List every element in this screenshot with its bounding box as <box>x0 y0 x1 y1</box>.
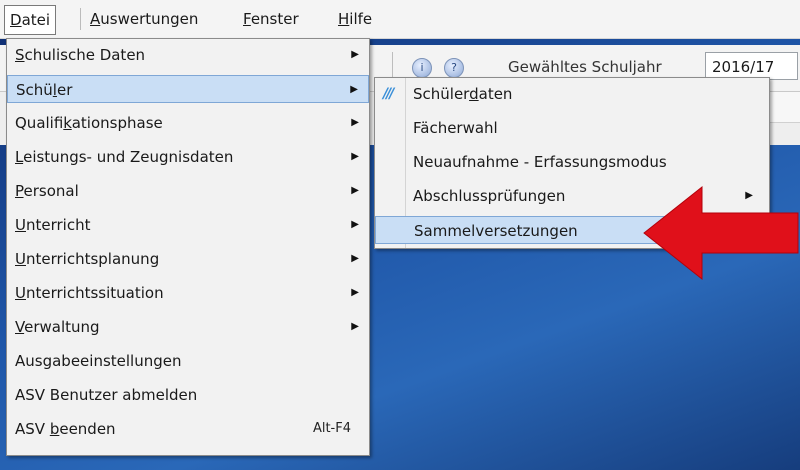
menu-item-unterrichtsplanung[interactable]: Unterrichtsplanung ▶ <box>7 245 369 273</box>
menu-item-label: Unterrichtssituation <box>15 284 164 302</box>
menu-item-label: Leistungs- und Zeugnisdaten <box>15 148 234 166</box>
menu-item-unterricht[interactable]: Unterricht ▶ <box>7 211 369 239</box>
shortcut-label: Alt-F4 <box>312 421 351 436</box>
students-icon: /// <box>383 86 394 102</box>
school-year-label: Gewähltes Schuljahr <box>508 58 662 76</box>
menu-item-asv-beenden[interactable]: ASV beenden Alt-F4 <box>7 415 369 443</box>
menu-item-label: Schülerdaten <box>413 85 513 103</box>
menu-item-schulische-daten[interactable]: Schulische Daten ▶ <box>7 41 369 69</box>
menu-item-benutzer-abmelden[interactable]: ASV Benutzer abmelden <box>7 381 369 409</box>
menu-item-label: Personal <box>15 182 79 200</box>
chevron-right-icon: ▶ <box>351 185 359 196</box>
menu-item-label: Ausgabeeinstellungen <box>15 352 182 370</box>
menu-item-schueler[interactable]: Schüler ▶ <box>7 75 369 103</box>
chevron-right-icon: ▶ <box>351 287 359 298</box>
menubar: Datei Auswertungen Fenster Hilfe <box>0 0 800 39</box>
menubar-separator <box>80 8 81 30</box>
menu-item-faecherwahl[interactable]: Fächerwahl <box>375 114 769 142</box>
menu-fenster[interactable]: Fenster <box>238 7 304 31</box>
menu-item-label: Qualifikationsphase <box>15 114 163 132</box>
menu-auswertungen[interactable]: Auswertungen <box>85 7 203 31</box>
menu-item-label: Fächerwahl <box>413 119 498 137</box>
menu-item-personal[interactable]: Personal ▶ <box>7 177 369 205</box>
menu-datei[interactable]: Datei <box>4 5 57 35</box>
help-icon[interactable]: ? <box>444 58 464 78</box>
menu-item-leistungs-zeugnisdaten[interactable]: Leistungs- und Zeugnisdaten ▶ <box>7 143 369 171</box>
chevron-right-icon: ▶ <box>351 321 359 332</box>
menu-item-verwaltung[interactable]: Verwaltung ▶ <box>7 313 369 341</box>
menu-item-schuelerdaten[interactable]: /// Schülerdaten <box>375 80 769 108</box>
chevron-right-icon: ▶ <box>351 117 359 128</box>
menu-item-label: ASV beenden <box>15 420 116 438</box>
menu-item-label: Unterrichtsplanung <box>15 250 160 268</box>
datei-menu: Schulische Daten ▶ Schüler ▶ Qualifikati… <box>6 38 370 456</box>
info-icon[interactable]: i <box>412 58 432 78</box>
menu-item-label: Sammelversetzungen <box>414 222 578 240</box>
menu-item-ausgabeeinstellungen[interactable]: Ausgabeeinstellungen <box>7 347 369 375</box>
menu-item-neuaufnahme[interactable]: Neuaufnahme - Erfassungsmodus <box>375 148 769 176</box>
red-arrow-icon <box>643 185 799 281</box>
menu-item-label: Schüler <box>16 81 73 99</box>
menu-item-label: Verwaltung <box>15 318 100 336</box>
menu-hilfe[interactable]: Hilfe <box>333 7 377 31</box>
chevron-right-icon: ▶ <box>351 49 359 60</box>
menu-item-label: Neuaufnahme - Erfassungsmodus <box>413 153 667 171</box>
chevron-right-icon: ▶ <box>351 219 359 230</box>
menu-item-label: Unterricht <box>15 216 91 234</box>
menu-item-label: Abschlussprüfungen <box>413 187 566 205</box>
chevron-right-icon: ▶ <box>350 84 358 95</box>
school-year-field[interactable]: 2016/17 <box>705 52 798 80</box>
menu-item-label: Schulische Daten <box>15 46 146 64</box>
menu-item-qualifikationsphase[interactable]: Qualifikationsphase ▶ <box>7 109 369 137</box>
chevron-right-icon: ▶ <box>351 151 359 162</box>
menu-item-unterrichtssituation[interactable]: Unterrichtssituation ▶ <box>7 279 369 307</box>
menu-item-label: ASV Benutzer abmelden <box>15 386 198 404</box>
chevron-right-icon: ▶ <box>351 253 359 264</box>
